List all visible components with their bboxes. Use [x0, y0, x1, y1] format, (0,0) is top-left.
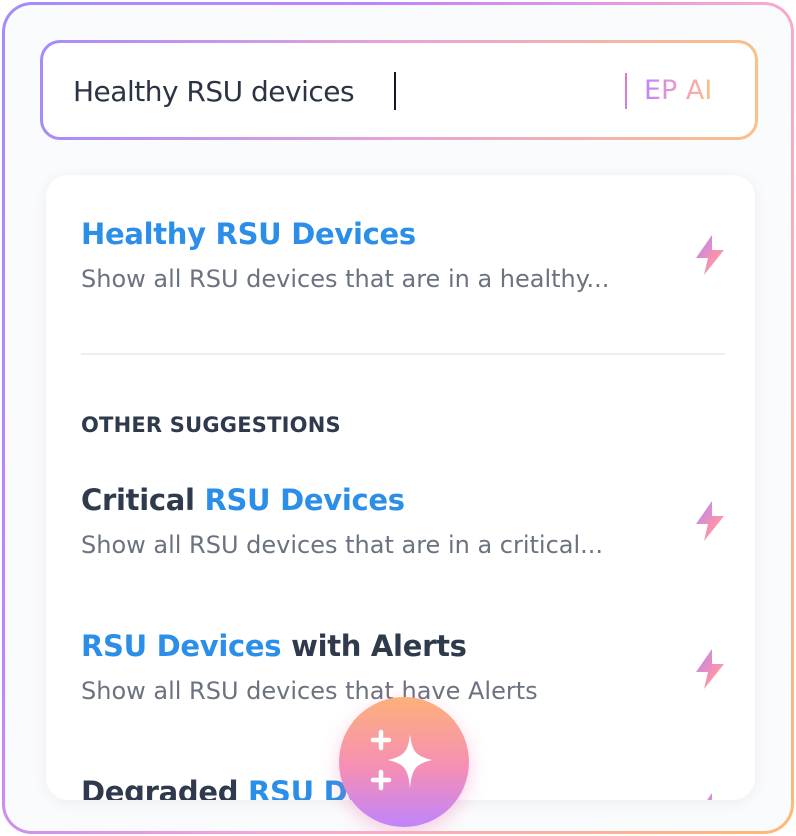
divider: [81, 353, 725, 355]
section-label: OTHER SUGGESTIONS: [81, 413, 341, 437]
suggestion-title: RSU Devices with Alerts: [81, 627, 701, 665]
lightning-bolt-icon[interactable]: [692, 791, 728, 800]
lightning-bolt-icon[interactable]: [692, 499, 728, 543]
ai-assistant-button[interactable]: [339, 697, 469, 827]
widget-body: EP AI Healthy RSU Devices Show all RSU d…: [5, 5, 791, 831]
title-part: Degraded: [81, 775, 248, 800]
title-part: Critical: [81, 483, 205, 517]
suggestion-description: Show all RSU devices that are in a criti…: [81, 531, 604, 559]
sparkle-icon: [370, 729, 432, 791]
search-box: EP AI: [43, 43, 755, 137]
suggestion-item[interactable]: Critical RSU Devices Show all RSU device…: [81, 481, 701, 561]
suggestion-title: Critical RSU Devices: [81, 481, 701, 519]
title-part: Healthy RSU Devices: [81, 217, 416, 251]
ai-search-widget: EP AI Healthy RSU Devices Show all RSU d…: [2, 2, 794, 834]
title-part-highlight: RSU Devices: [81, 629, 282, 663]
title-part-highlight: RSU Devices: [204, 483, 405, 517]
search-input[interactable]: [73, 71, 573, 111]
search-divider: [625, 73, 627, 109]
suggestion-title: Healthy RSU Devices: [81, 215, 701, 253]
ai-brand-label[interactable]: EP AI: [644, 73, 712, 109]
top-suggestion[interactable]: Healthy RSU Devices Show all RSU devices…: [81, 215, 701, 295]
title-part: with Alerts: [281, 629, 467, 663]
text-caret: [394, 72, 396, 110]
lightning-bolt-icon[interactable]: [692, 647, 728, 691]
suggestion-item[interactable]: RSU Devices with Alerts Show all RSU dev…: [81, 627, 701, 707]
lightning-bolt-icon[interactable]: [692, 233, 728, 277]
search-bar: EP AI: [40, 40, 758, 140]
suggestion-description: Show all RSU devices that are in a healt…: [81, 265, 610, 293]
